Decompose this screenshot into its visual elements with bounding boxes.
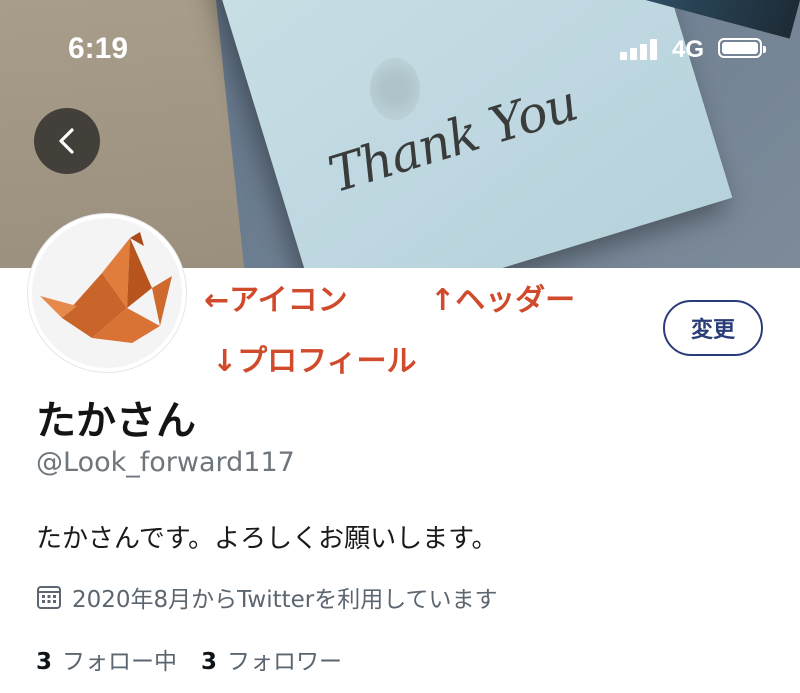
- joined-text: 2020年8月からTwitterを利用しています: [72, 587, 498, 613]
- joined-date: 2020年8月からTwitterを利用しています: [36, 580, 498, 614]
- profile-name: たかさん: [36, 398, 196, 444]
- followers-count: 3: [201, 649, 218, 675]
- profile-handle: @Look_forward117: [36, 447, 295, 478]
- back-arrow-icon: [59, 128, 74, 154]
- followers-link[interactable]: 3 フォロワー: [201, 642, 342, 676]
- followers-label: フォロワー: [227, 649, 343, 675]
- following-count: 3: [36, 649, 53, 675]
- network-type: 4G: [672, 36, 705, 63]
- following-label: フォロー中: [62, 649, 178, 675]
- battery-icon: [718, 38, 766, 58]
- calendar-icon: [37, 586, 61, 609]
- annotation-profile: ↓プロフィール: [212, 344, 417, 379]
- origami-crane-image: [32, 218, 182, 368]
- edit-profile-button[interactable]: 変更: [663, 300, 763, 356]
- status-time: 6:19: [68, 32, 129, 65]
- following-link[interactable]: 3 フォロー中: [36, 642, 177, 676]
- follow-stats: 3 フォロー中 3 フォロワー: [36, 642, 342, 676]
- signal-icon: [620, 38, 664, 60]
- profile-bio: たかさんです。よろしくお願いします。: [36, 524, 498, 554]
- back-button[interactable]: [34, 108, 100, 174]
- status-bar: 6:19 4G: [0, 0, 800, 80]
- annotation-icon: ←アイコン: [204, 283, 348, 318]
- avatar[interactable]: [28, 214, 186, 372]
- annotation-header: ↑ヘッダー: [430, 283, 576, 318]
